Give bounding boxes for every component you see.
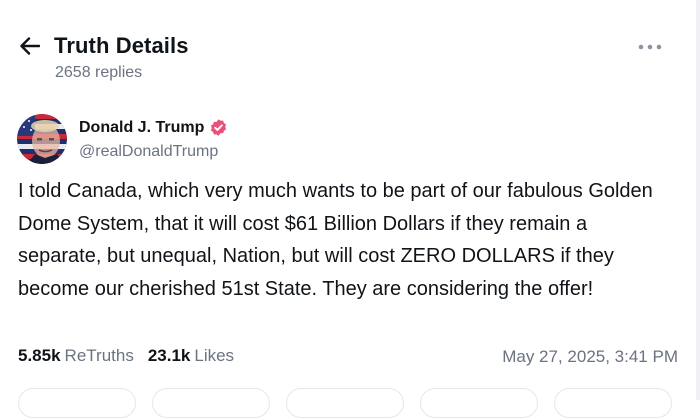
page-title: Truth Details: [54, 33, 189, 58]
post-text: I told Canada, which very much wants to …: [18, 180, 653, 300]
replies-count: 2658 replies: [55, 64, 143, 81]
author-handle[interactable]: @realDonaldTrump: [79, 143, 228, 161]
back-arrow-icon[interactable]: [18, 34, 42, 58]
post-header: Donald J. Trump @realDonaldTrump: [17, 114, 228, 164]
post-timestamp: May 27, 2025, 3:41 PM: [502, 347, 678, 366]
retruth-button[interactable]: [152, 388, 270, 418]
avatar[interactable]: [17, 114, 67, 164]
author-block: Donald J. Trump @realDonaldTrump: [79, 118, 228, 161]
author-name-row: Donald J. Trump: [79, 118, 228, 137]
likes-count: 23.1k: [147, 346, 191, 365]
like-button[interactable]: [420, 388, 538, 418]
post-action-bar: [18, 388, 688, 418]
retruths-stat[interactable]: 5.85k ReTruths: [18, 346, 134, 366]
retruths-label: ReTruths: [64, 346, 134, 365]
retruths-count: 5.85k: [18, 346, 61, 365]
verified-badge-icon: [209, 118, 228, 137]
likes-stat[interactable]: 23.1k Likes: [148, 346, 234, 366]
reply-button[interactable]: [18, 388, 136, 418]
more-options-icon[interactable]: [636, 38, 664, 56]
page-header: Truth Details: [18, 33, 189, 59]
quote-button[interactable]: [286, 388, 404, 418]
page-right-border: [696, 0, 700, 400]
likes-label: Likes: [194, 346, 235, 365]
post-stats: 5.85k ReTruths 23.1k Likes: [18, 346, 234, 366]
share-button[interactable]: [554, 388, 672, 418]
author-name[interactable]: Donald J. Trump: [79, 119, 204, 137]
